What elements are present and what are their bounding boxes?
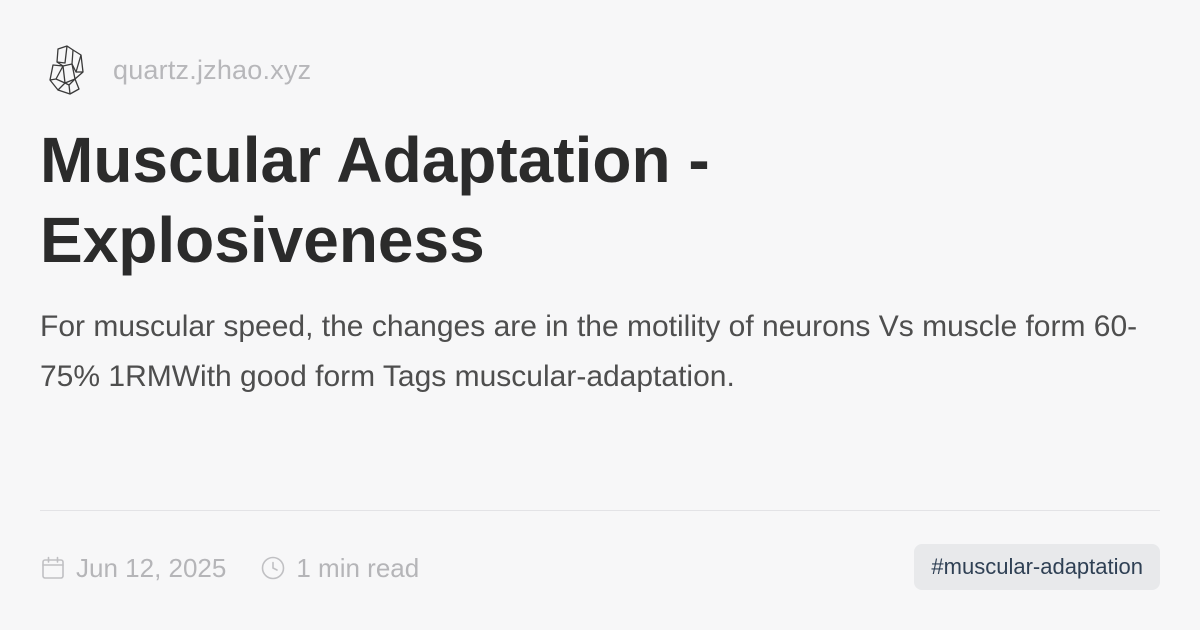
site-domain[interactable]: quartz.jzhao.xyz <box>113 55 311 86</box>
read-time-meta: 1 min read <box>260 553 419 584</box>
crystal-logo-icon <box>49 45 84 95</box>
article-meta: Jun 12, 2025 1 min read <box>40 546 419 590</box>
clock-icon <box>262 556 285 580</box>
divider <box>40 510 1160 511</box>
site-header: quartz.jzhao.xyz <box>45 40 311 100</box>
publish-date: Jun 12, 2025 <box>76 552 227 583</box>
calendar-icon <box>42 556 64 579</box>
tag-muscular-adaptation[interactable]: #muscular-adaptation <box>914 544 1160 590</box>
read-time: 1 min read <box>296 552 420 583</box>
og-preview-card: quartz.jzhao.xyz Muscular Adaptation - E… <box>0 0 1200 630</box>
page-description: For muscular speed, the changes are in t… <box>40 310 1138 393</box>
page-title: Muscular Adaptation - Explosiveness <box>40 124 710 276</box>
date-meta: Jun 12, 2025 <box>40 553 226 584</box>
